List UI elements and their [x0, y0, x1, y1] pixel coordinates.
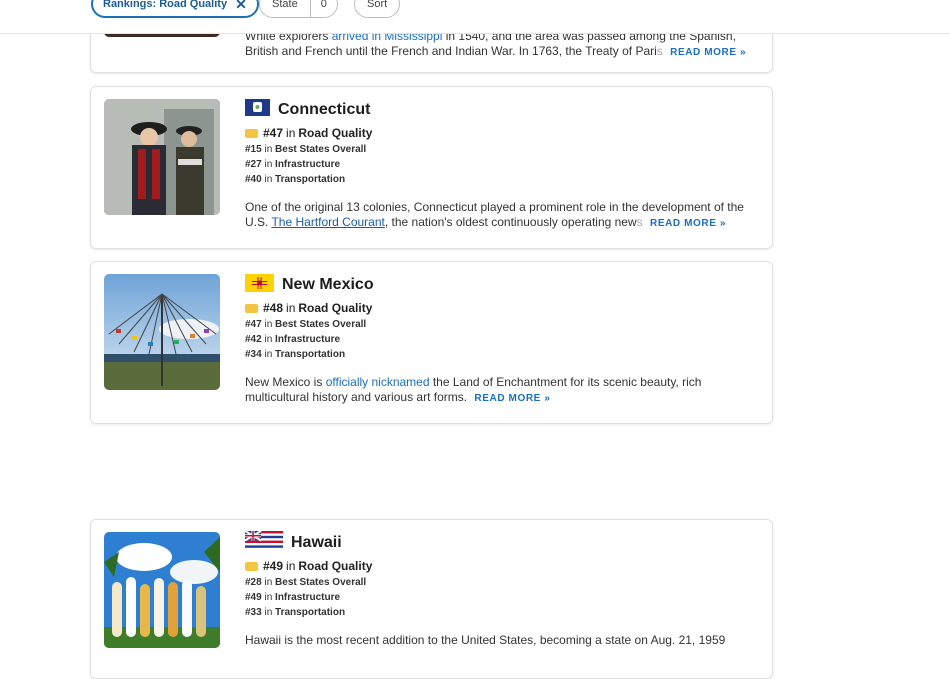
- state-name-link[interactable]: Connecticut: [278, 101, 370, 119]
- description-link[interactable]: officially nicknamed: [326, 375, 430, 389]
- state-name-link[interactable]: New Mexico: [282, 276, 374, 294]
- state-title-row: Connecticut: [245, 99, 758, 121]
- ribbon-icon: [245, 561, 258, 571]
- road-quality-rank: #49 in Road Quality: [245, 559, 758, 573]
- road-quality-rank: #48 in Road Quality: [245, 301, 758, 315]
- rank-item: #33 in Transportation: [245, 607, 346, 618]
- read-more-link[interactable]: READ MORE »: [474, 393, 550, 404]
- rank-item: #47 in Best States Overall: [245, 319, 367, 330]
- filter-bar: Rankings: Road Quality ✕ State 0 Sort: [0, 0, 950, 34]
- rank-item: #49 in Infrastructure: [245, 592, 341, 603]
- close-icon[interactable]: ✕: [235, 0, 247, 13]
- hawaii-flag-icon: [244, 530, 283, 555]
- state-title-row: New Mexico: [245, 273, 758, 297]
- state-description: Hawaii is the most recent addition to th…: [245, 633, 726, 647]
- state-filter-button[interactable]: State 0: [259, 0, 338, 18]
- state-description: One of the original 13 colonies, Connect…: [245, 200, 744, 229]
- state-card: Hawaii #49 in Road Quality #28 in Best Sta…: [90, 519, 773, 679]
- state-photo[interactable]: [104, 274, 220, 390]
- connecticut-flag-icon: [245, 99, 270, 121]
- rank-item: #34 in Transportation: [245, 349, 346, 360]
- new-mexico-flag-icon: [245, 273, 274, 297]
- rank-item: #27 in Infrastructure: [245, 159, 341, 170]
- state-description: New Mexico is officially nicknamed the L…: [245, 375, 702, 404]
- rank-item: #28 in Best States Overall: [245, 577, 367, 588]
- active-filter-chip[interactable]: Rankings: Road Quality ✕: [91, 0, 259, 18]
- sort-button[interactable]: Sort: [354, 0, 401, 18]
- state-filter-label: State: [272, 0, 298, 10]
- read-more-link[interactable]: READ MORE »: [670, 47, 746, 58]
- state-card: Connecticut #47 in Road Quality #15 in Bes…: [90, 86, 773, 249]
- description-link[interactable]: The Hartford Courant: [271, 215, 384, 229]
- ribbon-icon: [245, 128, 258, 138]
- state-photo[interactable]: [104, 99, 220, 215]
- state-card: New Mexico #48 in Road Quality #47 in Best…: [90, 261, 773, 424]
- rank-item: #40 in Transportation: [245, 174, 346, 185]
- ribbon-icon: [245, 303, 258, 313]
- read-more-link[interactable]: READ MORE »: [650, 218, 726, 229]
- rank-item: #42 in Infrastructure: [245, 334, 341, 345]
- road-quality-rank: #47 in Road Quality: [245, 126, 758, 140]
- active-filter-label: Rankings: Road Quality: [103, 0, 228, 10]
- state-name-link[interactable]: Hawaii: [291, 534, 342, 552]
- rank-item: #15 in Best States Overall: [245, 144, 367, 155]
- sort-label: Sort: [367, 0, 388, 10]
- state-title-row: Hawaii: [244, 530, 758, 555]
- state-photo[interactable]: [104, 532, 220, 648]
- state-filter-count: 0: [309, 0, 337, 17]
